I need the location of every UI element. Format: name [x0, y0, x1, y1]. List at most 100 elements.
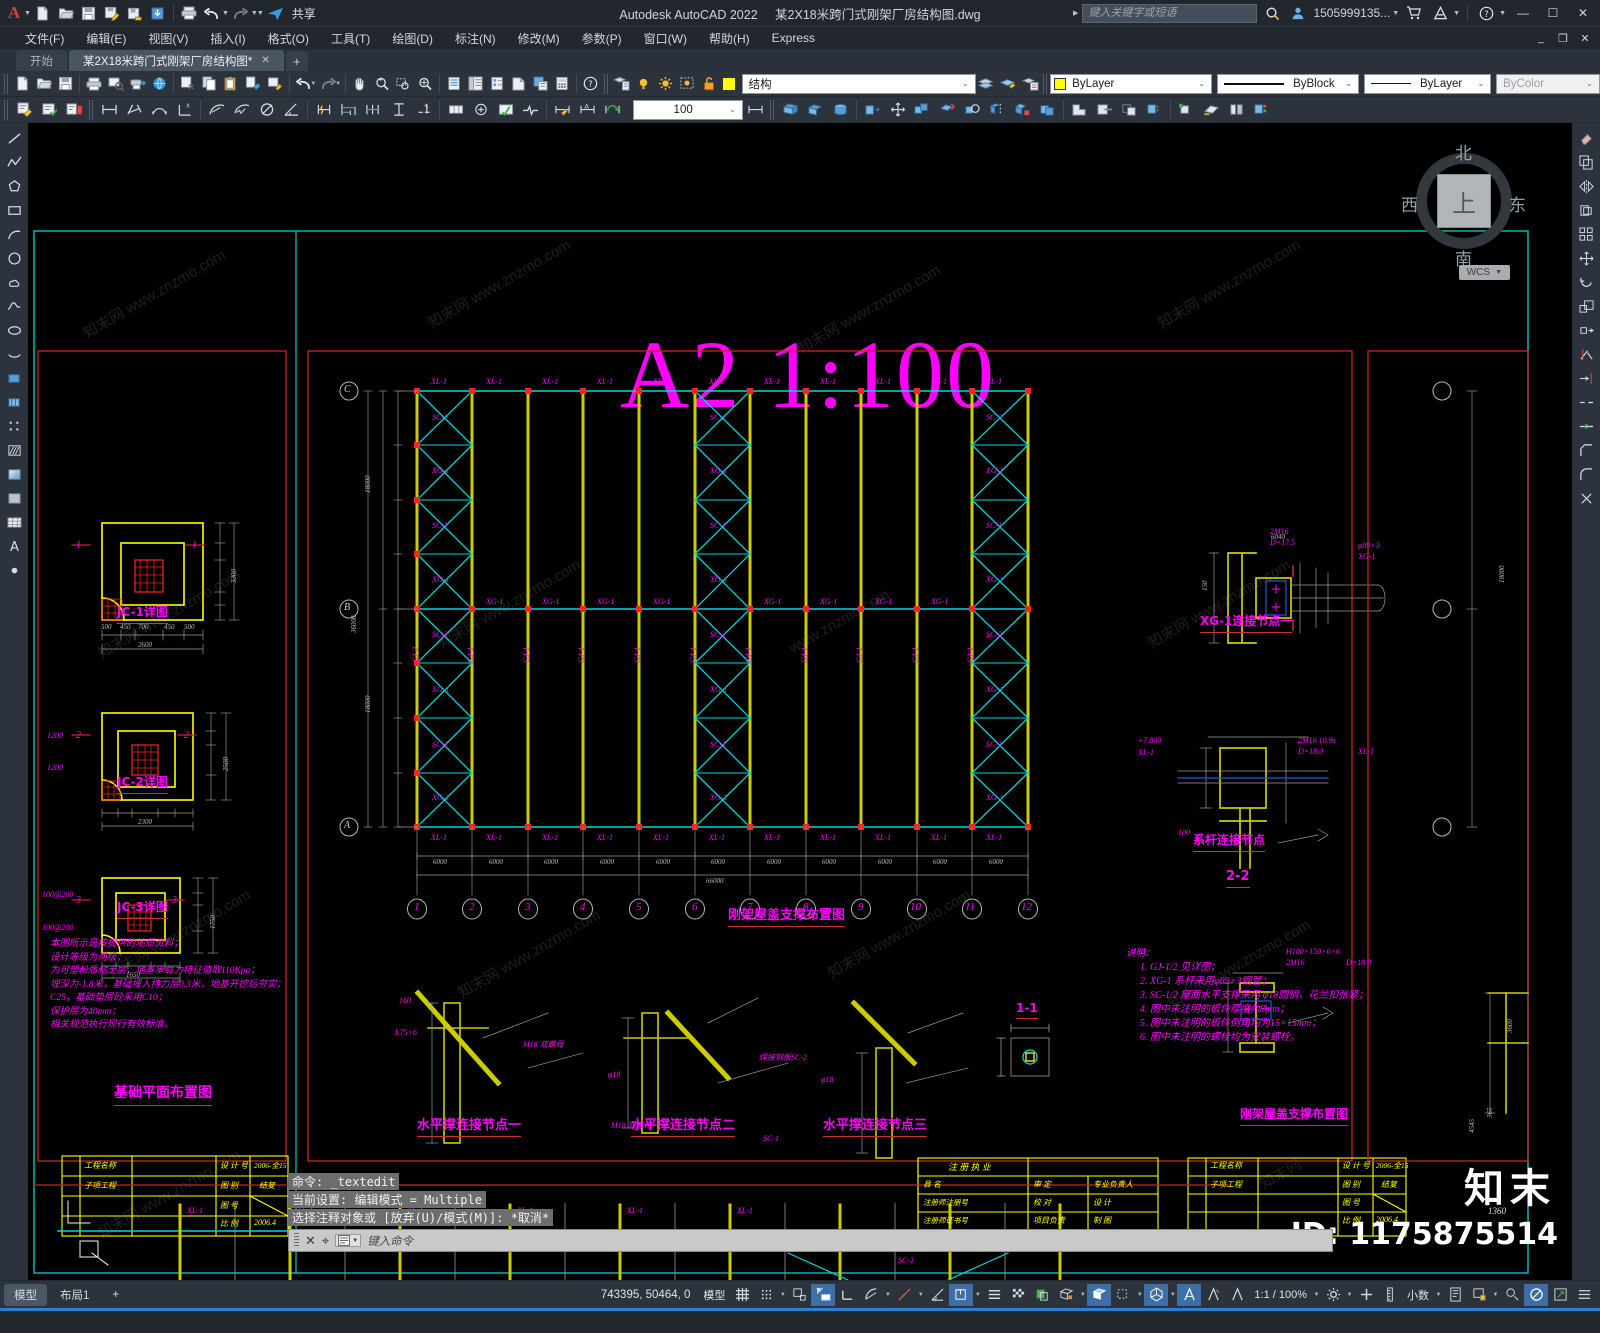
- make-block-icon[interactable]: [3, 391, 25, 413]
- command-customize-icon[interactable]: ⌖: [322, 1233, 329, 1249]
- properties-toolbar-grip[interactable]: [1042, 73, 1049, 94]
- chamfer-icon[interactable]: [1575, 439, 1597, 461]
- spell-check-icon[interactable]: [37, 98, 62, 121]
- linetype-dropdown-icon[interactable]: ⌄: [1342, 79, 1355, 88]
- help-icon-2[interactable]: ?: [580, 72, 602, 95]
- polygon-icon[interactable]: [3, 175, 25, 197]
- new-file-icon[interactable]: [32, 2, 54, 24]
- zoom-realtime-icon[interactable]: [371, 72, 393, 95]
- revolve-icon[interactable]: [828, 98, 853, 121]
- otrack-icon[interactable]: [925, 1284, 949, 1306]
- layer-vp-freeze-icon[interactable]: [676, 72, 698, 95]
- center-mark-icon[interactable]: [468, 98, 493, 121]
- close-button[interactable]: ✕: [1570, 2, 1596, 24]
- dim-break-icon[interactable]: [411, 98, 436, 121]
- isolate-objects-icon[interactable]: [1500, 1284, 1524, 1306]
- erase-icon[interactable]: [1575, 127, 1597, 149]
- zoom-extents-icon[interactable]: [414, 72, 436, 95]
- menu-insert[interactable]: 插入(I): [199, 28, 256, 49]
- annotation-visibility-icon[interactable]: [1177, 1283, 1202, 1306]
- insert-block-icon[interactable]: [3, 367, 25, 389]
- break-icon[interactable]: [1575, 391, 1597, 413]
- doc-close-button[interactable]: ✕: [1574, 32, 1596, 45]
- logo-dropdown-icon[interactable]: ▼: [24, 10, 31, 17]
- dim-quick-icon[interactable]: [311, 98, 336, 121]
- annotation-scale-dropdown[interactable]: ▼: [1312, 1292, 1321, 1298]
- ucs-dropdown[interactable]: ▼: [973, 1292, 982, 1298]
- layer-unlock-icon[interactable]: [698, 72, 720, 95]
- lock-ui-dropdown[interactable]: ▼: [1491, 1292, 1500, 1298]
- menu-help[interactable]: 帮助(H): [698, 28, 761, 49]
- lineweight-display-icon[interactable]: [982, 1284, 1006, 1306]
- drawing-canvas[interactable]: 知末网 www.znzmo.com 知末网 www.znzmo.com 知末网 …: [28, 123, 1572, 1280]
- box-solid-icon[interactable]: [778, 98, 803, 121]
- tool-palettes-icon[interactable]: [486, 72, 508, 95]
- lock-ui-icon[interactable]: [1467, 1284, 1491, 1306]
- maximize-button[interactable]: ☐: [1540, 2, 1566, 24]
- fillet-icon[interactable]: [1575, 463, 1597, 485]
- layer-previous-icon[interactable]: [976, 72, 998, 95]
- 3dmove-icon[interactable]: [885, 98, 910, 121]
- plot-icon-2[interactable]: [83, 72, 105, 95]
- circle-icon[interactable]: [3, 247, 25, 269]
- tab-close-icon[interactable]: ✕: [261, 55, 269, 66]
- menu-edit[interactable]: 编辑(E): [75, 28, 137, 49]
- command-input-bar[interactable]: ✕ ⌖ ▼ 键入命令: [288, 1229, 1333, 1252]
- ucs-selector[interactable]: WCS ▼: [1458, 265, 1510, 280]
- workspace-dropdown[interactable]: ▼: [1345, 1292, 1354, 1298]
- command-line-grip[interactable]: [294, 1233, 299, 1248]
- layer-thaw-icon[interactable]: [654, 72, 676, 95]
- designcenter-icon[interactable]: [464, 72, 486, 95]
- layer-properties-icon[interactable]: [611, 72, 633, 95]
- annotation-scale-value[interactable]: 1:1 / 100%: [1249, 1289, 1312, 1301]
- gizmo-dropdown[interactable]: ▼: [1168, 1292, 1177, 1298]
- 3dalign-icon[interactable]: [960, 98, 985, 121]
- cut-icon[interactable]: [177, 72, 199, 95]
- region-icon[interactable]: [3, 487, 25, 509]
- imprint-icon[interactable]: [1249, 98, 1274, 121]
- gradient-icon[interactable]: [3, 463, 25, 485]
- quick-properties-icon[interactable]: [1443, 1284, 1467, 1306]
- explode-icon[interactable]: [1575, 487, 1597, 509]
- tab-start[interactable]: 开始: [16, 50, 67, 71]
- new-tab-icon[interactable]: +: [285, 51, 308, 71]
- inspection-icon[interactable]: [493, 98, 518, 121]
- layer-toolbar-grip[interactable]: [603, 73, 609, 94]
- menu-express[interactable]: Express: [761, 29, 826, 47]
- rotate-icon[interactable]: [1575, 271, 1597, 293]
- gizmo-icon[interactable]: [1144, 1283, 1169, 1306]
- edit-text-icon[interactable]: [12, 98, 37, 121]
- dim-baseline-icon[interactable]: [336, 98, 361, 121]
- layout1-tab[interactable]: 布局1: [50, 1284, 99, 1306]
- user-avatar-icon[interactable]: [1287, 2, 1309, 24]
- search-icon[interactable]: [1261, 2, 1283, 24]
- ellipse-arc-icon[interactable]: [3, 343, 25, 365]
- help-dropdown-icon[interactable]: ▼: [1499, 10, 1506, 17]
- 3dosnap-dropdown-icon[interactable]: ▼: [1078, 1292, 1087, 1298]
- account-name[interactable]: 1505999135...: [1313, 6, 1390, 20]
- 3dscale-icon[interactable]: [1010, 98, 1035, 121]
- compass-north-label[interactable]: 北: [1455, 139, 1472, 164]
- qat-customize-icon[interactable]: ▼: [257, 10, 264, 17]
- open-file-icon[interactable]: [55, 2, 77, 24]
- graphics-performance-icon[interactable]: [1524, 1283, 1548, 1306]
- units-icon[interactable]: [1378, 1284, 1402, 1306]
- properties-palette-icon[interactable]: [443, 72, 465, 95]
- save-icon[interactable]: [78, 2, 100, 24]
- find-replace-icon[interactable]: [62, 98, 87, 121]
- osnap-dropdown-icon[interactable]: ▼: [916, 1292, 925, 1298]
- app-dropdown-icon[interactable]: ▼: [1453, 10, 1460, 17]
- copy-object-icon[interactable]: [1575, 151, 1597, 173]
- view-cube[interactable]: 上 北 南 东 西: [1401, 144, 1526, 270]
- dynamic-input-icon[interactable]: [811, 1283, 836, 1306]
- grid-icon[interactable]: [730, 1284, 754, 1306]
- undo-dropdown-icon[interactable]: ▼: [222, 10, 229, 17]
- osnap-icon[interactable]: [892, 1284, 916, 1306]
- ucs-icon[interactable]: [949, 1283, 974, 1306]
- help-icon[interactable]: ?: [1475, 2, 1497, 24]
- doc-restore-button[interactable]: ❐: [1552, 32, 1574, 45]
- menu-file[interactable]: 文件(F): [14, 28, 75, 49]
- plot-icon[interactable]: [178, 2, 200, 24]
- auto-scale-icon[interactable]: [1201, 1284, 1225, 1306]
- rectangle-icon[interactable]: [3, 199, 25, 221]
